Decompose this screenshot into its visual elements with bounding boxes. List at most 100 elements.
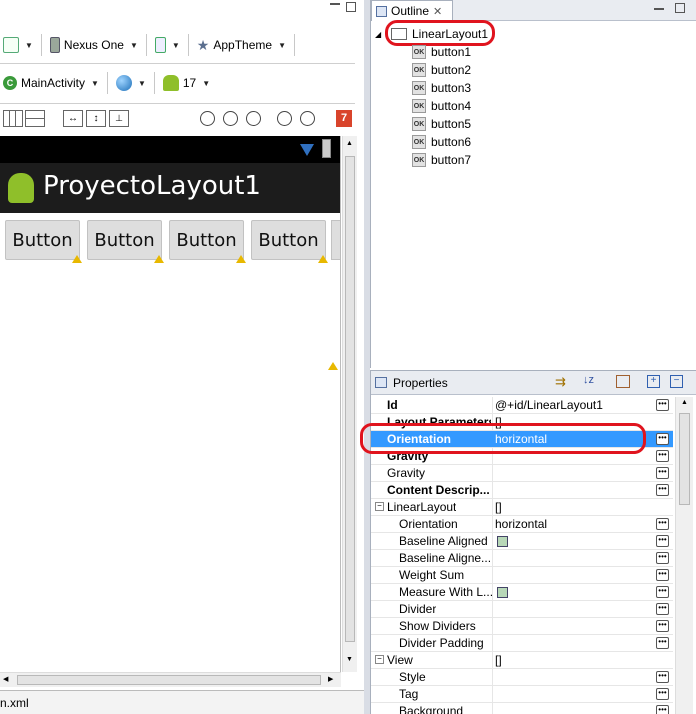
preview-button-2[interactable]: Button — [87, 220, 162, 260]
minimize-icon[interactable] — [330, 3, 340, 5]
preview-vertical-scrollbar[interactable]: ▲ ▼ — [342, 136, 357, 672]
property-row-gravity[interactable]: Gravity ••• — [371, 465, 673, 482]
property-row-style[interactable]: Style ••• — [371, 669, 673, 686]
filter-icon[interactable]: ⇉ — [555, 374, 566, 390]
fill-height-icon[interactable]: ↕ — [86, 110, 106, 127]
scroll-right-icon[interactable]: ▶ — [328, 675, 333, 683]
outline-tab[interactable]: Outline ✕ — [371, 0, 453, 21]
action-bar: ProyectoLayout1 — [0, 163, 340, 213]
property-row-show-dividers[interactable]: Show Dividers ••• — [371, 618, 673, 635]
activity-label: MainActivity — [21, 76, 86, 90]
property-row-content-description[interactable]: Content Descrip... ••• — [371, 482, 673, 499]
ellipsis-button[interactable]: ••• — [656, 620, 669, 632]
property-row-weight-sum[interactable]: Weight Sum ••• — [371, 567, 673, 584]
ellipsis-button[interactable]: ••• — [656, 467, 669, 479]
property-row-tag[interactable]: Tag ••• — [371, 686, 673, 703]
fill-width-icon[interactable]: ↔ — [63, 110, 83, 127]
advanced-icon[interactable] — [616, 375, 630, 388]
activity-dropdown[interactable]: C MainActivity ▼ — [0, 72, 102, 94]
minimize-icon[interactable] — [654, 8, 664, 10]
zoom-plus-icon[interactable] — [300, 111, 315, 126]
ellipsis-button[interactable]: ••• — [656, 450, 669, 462]
ellipsis-button[interactable]: ••• — [656, 433, 669, 445]
preview-horizontal-scrollbar[interactable]: ◀ ▶ — [0, 672, 341, 687]
scrollbar-thumb[interactable] — [17, 675, 321, 685]
file-tab[interactable]: n.xml — [0, 696, 29, 710]
api-level-dropdown[interactable]: 17 ▼ — [160, 72, 213, 94]
layout-view-toggle[interactable] — [3, 110, 23, 127]
ellipsis-button[interactable]: ••• — [656, 399, 669, 411]
ellipsis-button[interactable]: ••• — [656, 705, 669, 714]
tree-item-button2[interactable]: OK button2 — [412, 61, 471, 79]
signal-icon — [300, 144, 314, 156]
close-icon[interactable]: ✕ — [433, 5, 442, 18]
zoom-out-icon[interactable] — [200, 111, 215, 126]
tree-item-button5[interactable]: OK button5 — [412, 115, 471, 133]
checkbox[interactable] — [497, 587, 508, 598]
scroll-up-icon[interactable]: ▲ — [346, 140, 353, 147]
scroll-down-icon[interactable]: ▼ — [346, 656, 353, 663]
tree-item-button3[interactable]: OK button3 — [412, 79, 471, 97]
ellipsis-button[interactable]: ••• — [656, 518, 669, 530]
ellipsis-button[interactable]: ••• — [656, 586, 669, 598]
zoom-fit-icon[interactable] — [223, 111, 238, 126]
property-group-view[interactable]: − View [] — [371, 652, 673, 669]
orientation-dropdown[interactable]: ▼ — [152, 34, 183, 56]
outline-icon — [376, 5, 387, 17]
property-row-baseline-aligned[interactable]: Baseline Aligned ••• — [371, 533, 673, 550]
baseline-icon[interactable]: ⊥ — [109, 110, 129, 127]
collapse-icon[interactable]: − — [375, 655, 384, 664]
theme-dropdown[interactable]: ★ AppTheme ▼ — [194, 34, 289, 56]
ellipsis-button[interactable]: ••• — [656, 552, 669, 564]
locale-dropdown[interactable]: ▼ — [113, 72, 149, 94]
collapse-triangle-icon[interactable]: ◢ — [375, 30, 381, 39]
ellipsis-button[interactable]: ••• — [656, 637, 669, 649]
ellipsis-button[interactable]: ••• — [656, 569, 669, 581]
scrollbar-thumb[interactable] — [679, 413, 690, 505]
checkbox[interactable] — [497, 536, 508, 547]
properties-tab-label[interactable]: Properties — [393, 376, 448, 390]
tree-item-button1[interactable]: OK button1 — [412, 43, 471, 61]
preview-button-5-partial[interactable] — [331, 220, 340, 260]
ellipsis-button[interactable]: ••• — [656, 603, 669, 615]
column-divider — [492, 652, 493, 669]
property-row-baseline-aligned-index[interactable]: Baseline Aligne... ••• — [371, 550, 673, 567]
maximize-icon[interactable] — [346, 2, 356, 12]
property-row-measure-with-largest[interactable]: Measure With L... ••• — [371, 584, 673, 601]
maximize-icon[interactable] — [675, 3, 685, 13]
ellipsis-button[interactable]: ••• — [656, 484, 669, 496]
property-value[interactable]: @+id/LinearLayout1 — [495, 398, 603, 412]
chevron-down-icon: ▼ — [91, 78, 99, 88]
zoom-actual-icon[interactable] — [246, 111, 261, 126]
preview-button-4[interactable]: Button — [251, 220, 326, 260]
error-count-badge[interactable]: 7 — [336, 110, 352, 127]
collapse-icon[interactable]: − — [375, 502, 384, 511]
zoom-minus-icon[interactable] — [277, 111, 292, 126]
scroll-up-icon[interactable]: ▲ — [681, 399, 688, 406]
expand-all-icon[interactable]: + — [647, 375, 660, 388]
device-dropdown[interactable]: Nexus One ▼ — [47, 34, 141, 56]
preview-button-3[interactable]: Button — [169, 220, 244, 260]
layout-list-toggle[interactable] — [25, 110, 45, 127]
property-row-orientation[interactable]: Orientation horizontal ••• — [371, 516, 673, 533]
property-group-linearlayout[interactable]: − LinearLayout [] — [371, 499, 673, 516]
tree-item-button7[interactable]: OK button7 — [412, 151, 471, 169]
tree-item-button6[interactable]: OK button6 — [412, 133, 471, 151]
property-row-divider[interactable]: Divider ••• — [371, 601, 673, 618]
ellipsis-button[interactable]: ••• — [656, 688, 669, 700]
config-chooser-button[interactable]: ▼ — [0, 34, 36, 56]
preview-button-1[interactable]: Button — [5, 220, 80, 260]
sort-az-icon[interactable]: ↓z — [583, 374, 594, 386]
property-row-divider-padding[interactable]: Divider Padding ••• — [371, 635, 673, 652]
property-row-background[interactable]: Background ••• — [371, 703, 673, 714]
properties-vertical-scrollbar[interactable]: ▲ — [675, 397, 693, 714]
scrollbar-thumb[interactable] — [345, 156, 355, 642]
scroll-left-icon[interactable]: ◀ — [3, 675, 8, 683]
tree-item-button4[interactable]: OK button4 — [412, 97, 471, 115]
ellipsis-button[interactable]: ••• — [656, 671, 669, 683]
collapse-all-icon[interactable]: − — [670, 375, 683, 388]
star-icon: ★ — [196, 36, 210, 53]
property-value[interactable]: horizontal — [495, 517, 547, 531]
property-row-id[interactable]: Id @+id/LinearLayout1 ••• — [371, 397, 673, 414]
ellipsis-button[interactable]: ••• — [656, 535, 669, 547]
